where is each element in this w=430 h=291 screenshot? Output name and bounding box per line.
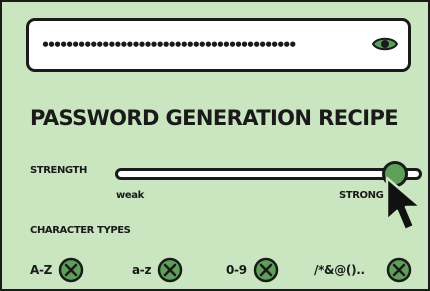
x-circle-icon[interactable] xyxy=(386,257,412,283)
char-type-lowercase[interactable]: a-z xyxy=(132,257,183,283)
char-type-uppercase[interactable]: A-Z xyxy=(30,257,84,283)
character-types-label: CHARACTER TYPES xyxy=(30,225,131,236)
strength-slider-track[interactable] xyxy=(115,168,422,180)
x-circle-icon[interactable] xyxy=(157,257,183,283)
x-circle-icon[interactable] xyxy=(58,257,84,283)
recipe-title: PASSWORD GENERATION RECIPE xyxy=(30,106,399,130)
x-circle-icon[interactable] xyxy=(253,257,279,283)
char-type-digits[interactable]: 0-9 xyxy=(226,257,279,283)
password-field[interactable]: ••••••••••••••••••••••••••••••••••••••••… xyxy=(26,18,411,72)
strength-min-label: weak xyxy=(116,190,144,201)
char-type-label: /*&@()... xyxy=(314,263,364,277)
strength-label: STRENGTH xyxy=(30,165,87,176)
char-type-label: A-Z xyxy=(30,263,53,277)
password-generator-panel: ••••••••••••••••••••••••••••••••••••••••… xyxy=(0,0,430,291)
mouse-pointer-icon xyxy=(385,176,423,232)
char-type-label: 0-9 xyxy=(226,263,247,277)
password-masked-value: ••••••••••••••••••••••••••••••••••••••••… xyxy=(41,36,297,54)
eye-icon[interactable] xyxy=(372,35,398,53)
char-type-label: a-z xyxy=(132,263,152,277)
char-type-symbols[interactable]: /*&@()... xyxy=(314,257,412,283)
strength-max-label: STRONG xyxy=(339,190,384,201)
